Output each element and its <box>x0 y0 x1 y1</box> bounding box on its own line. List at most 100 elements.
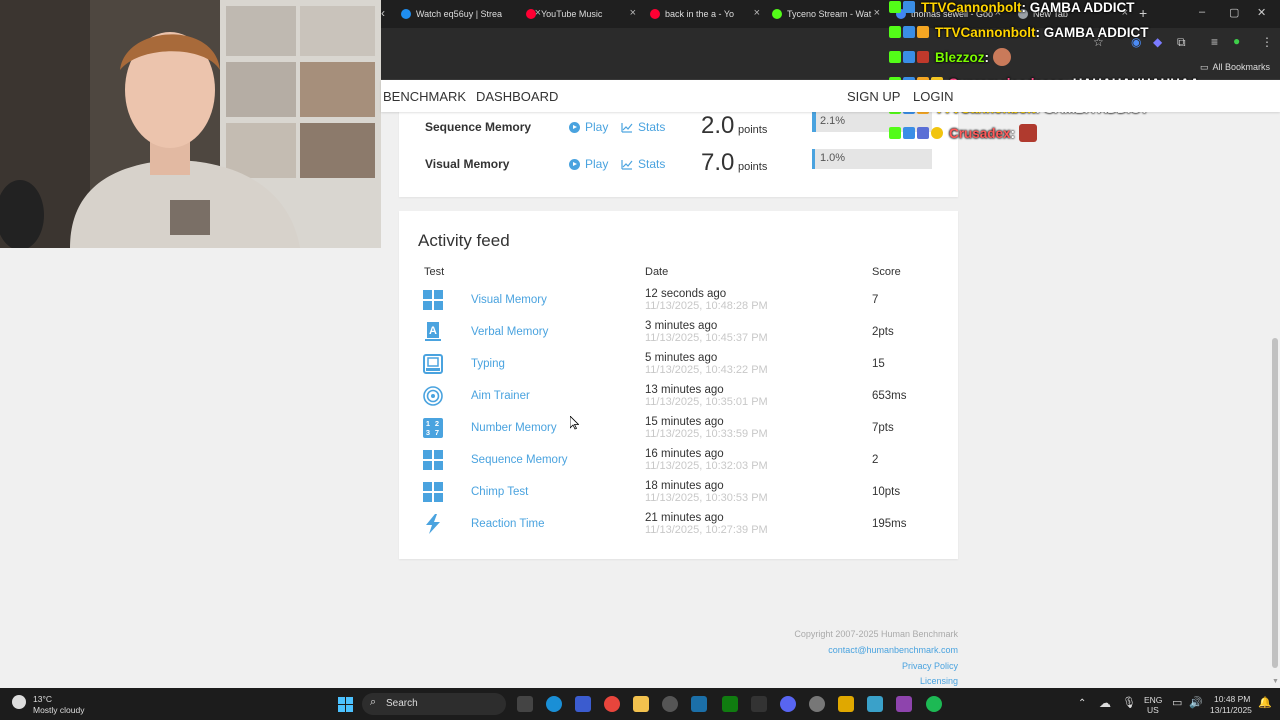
weather-icon[interactable] <box>12 695 26 709</box>
footer-contact-link[interactable]: contact@humanbenchmark.com <box>828 645 958 655</box>
volume-icon[interactable]: 🔊 <box>1189 696 1203 709</box>
epic-games-icon[interactable] <box>751 696 767 712</box>
browser-tab[interactable]: Watch eq56uy | Strea × <box>401 4 541 24</box>
windows-start-icon[interactable] <box>338 697 353 712</box>
chat-username: TTVCannonbolt <box>921 0 1022 15</box>
steam-icon[interactable] <box>691 696 707 712</box>
test-link[interactable]: Typing <box>471 358 505 370</box>
svg-text:7: 7 <box>435 428 439 437</box>
edge-browser-icon[interactable] <box>546 696 562 712</box>
taskbar-search-box[interactable]: ⌕ Search <box>362 693 506 715</box>
play-icon <box>569 158 580 170</box>
tab-scroll-left-icon[interactable]: ‹ <box>381 6 385 20</box>
nav-login-link[interactable]: LOGIN <box>913 89 953 104</box>
folder-icon: ▭ <box>1199 62 1209 72</box>
tab-favicon-icon <box>526 9 536 19</box>
clock-time[interactable]: 10:48 PM <box>1214 694 1250 704</box>
extensions-puzzle-icon[interactable]: ⧉ <box>1177 35 1186 50</box>
timestamp: 11/13/2025, 10:27:39 PM <box>645 524 768 536</box>
lightning-icon <box>426 514 440 534</box>
chat-text: : <box>984 49 990 65</box>
test-link[interactable]: Verbal Memory <box>471 326 548 338</box>
browser-tab[interactable]: Tyceno Stream - Wat × <box>772 4 880 24</box>
target-icon <box>423 386 443 406</box>
region-label[interactable]: US <box>1147 705 1159 715</box>
browser-tab[interactable]: back in the a - Yo × <box>650 4 760 24</box>
file-explorer-icon[interactable] <box>633 696 649 712</box>
webcam-feed-image <box>0 0 381 248</box>
discord-icon[interactable] <box>780 696 796 712</box>
chart-icon <box>621 122 633 133</box>
menu-dots-icon[interactable]: ⋮ <box>1261 35 1273 49</box>
tab-favicon-icon <box>772 9 782 19</box>
settings-gear-icon[interactable] <box>809 696 825 712</box>
close-window-icon[interactable]: ✕ <box>1257 6 1266 19</box>
cloud-icon[interactable]: ☁ <box>1099 696 1111 710</box>
gift-badge-icon <box>917 127 929 139</box>
xbox-icon[interactable] <box>722 696 738 712</box>
task-view-icon[interactable] <box>517 696 533 712</box>
percentile-text: 2.1% <box>820 115 846 127</box>
stats-link[interactable]: Stats <box>621 157 665 171</box>
activity-feed-card: Activity feed Test Date Score Visual Mem… <box>399 211 958 559</box>
test-link[interactable]: Chimp Test <box>471 486 528 498</box>
language-label[interactable]: ENG <box>1144 695 1162 705</box>
close-icon[interactable]: × <box>874 7 880 19</box>
notification-bell-icon[interactable]: 🔔 <box>1258 696 1272 709</box>
minimize-icon[interactable]: – <box>1199 6 1205 18</box>
stat-row: Sequence Memory Play Stats 2.0 points 2.… <box>399 112 958 142</box>
points-value: 2.0 <box>701 112 735 139</box>
app-icon[interactable] <box>867 696 883 712</box>
sub-badge-icon <box>903 1 915 13</box>
app-icon[interactable] <box>575 696 591 712</box>
profile-avatar-icon[interactable]: ● <box>1233 34 1240 48</box>
footer-licensing-link[interactable]: Licensing <box>920 676 958 686</box>
chat-username: Blezzoz <box>935 49 985 65</box>
obs-icon[interactable] <box>662 696 678 712</box>
play-link[interactable]: Play <box>569 120 608 134</box>
test-link[interactable]: Aim Trainer <box>471 390 530 402</box>
test-link[interactable]: Sequence Memory <box>471 454 568 466</box>
site-nav: BENCHMARK DASHBOARD SIGN UP LOGIN <box>381 80 1280 112</box>
clock-date[interactable]: 13/11/2025 <box>1210 705 1252 715</box>
scrollbar-thumb[interactable] <box>1272 338 1278 668</box>
chrome-icon[interactable] <box>604 696 620 712</box>
column-header-test: Test <box>424 266 445 278</box>
close-icon[interactable]: × <box>630 7 636 19</box>
browser-tab[interactable]: YouTube Music × <box>526 4 636 24</box>
stats-label: Stats <box>638 157 666 171</box>
percentile-bar: 1.0% <box>812 149 932 169</box>
test-link[interactable]: Visual Memory <box>471 294 547 306</box>
nav-dashboard-link[interactable]: DASHBOARD <box>476 89 558 104</box>
table-row: A Verbal Memory 3 minutes ago 11/13/2025… <box>399 320 958 352</box>
chat-message: Crusadex : <box>889 122 1038 144</box>
play-icon <box>569 121 580 133</box>
new-tab-button[interactable]: + <box>1139 5 1147 21</box>
time-ago: 3 minutes ago <box>645 320 718 332</box>
tray-chevron-icon[interactable]: ⌃ <box>1078 698 1086 709</box>
timestamp: 11/13/2025, 10:33:59 PM <box>645 428 768 440</box>
network-icon[interactable]: ▭ <box>1172 696 1182 709</box>
app-icon[interactable] <box>838 696 854 712</box>
table-row: Visual Memory 12 seconds ago 11/13/2025,… <box>399 288 958 320</box>
test-link[interactable]: Number Memory <box>471 422 557 434</box>
footer-privacy-link[interactable]: Privacy Policy <box>902 661 958 671</box>
play-link[interactable]: Play <box>569 157 608 171</box>
nav-benchmark-link[interactable]: BENCHMARK <box>383 89 466 104</box>
scroll-down-icon[interactable]: ▼ <box>1272 678 1279 685</box>
app-icon[interactable] <box>896 696 912 712</box>
test-link[interactable]: Reaction Time <box>471 518 545 530</box>
all-bookmarks-button[interactable]: ▭ All Bookmarks <box>1200 62 1270 73</box>
taskbar-search-label: Search <box>386 698 418 709</box>
table-row: Typing 5 minutes ago 11/13/2025, 10:43:2… <box>399 352 958 384</box>
media-control-icon[interactable]: ≡ <box>1211 35 1218 49</box>
extension-icon[interactable]: ◆ <box>1153 35 1162 49</box>
microphone-icon[interactable]: 🎙 <box>1122 696 1136 709</box>
spotify-icon[interactable] <box>926 696 942 712</box>
maximize-icon[interactable]: ▢ <box>1229 6 1239 19</box>
stats-link[interactable]: Stats <box>621 120 665 134</box>
table-row: Chimp Test 18 minutes ago 11/13/2025, 10… <box>399 480 958 512</box>
coin-badge-icon <box>931 127 943 139</box>
nav-signup-link[interactable]: SIGN UP <box>847 89 900 104</box>
close-icon[interactable]: × <box>754 7 760 19</box>
